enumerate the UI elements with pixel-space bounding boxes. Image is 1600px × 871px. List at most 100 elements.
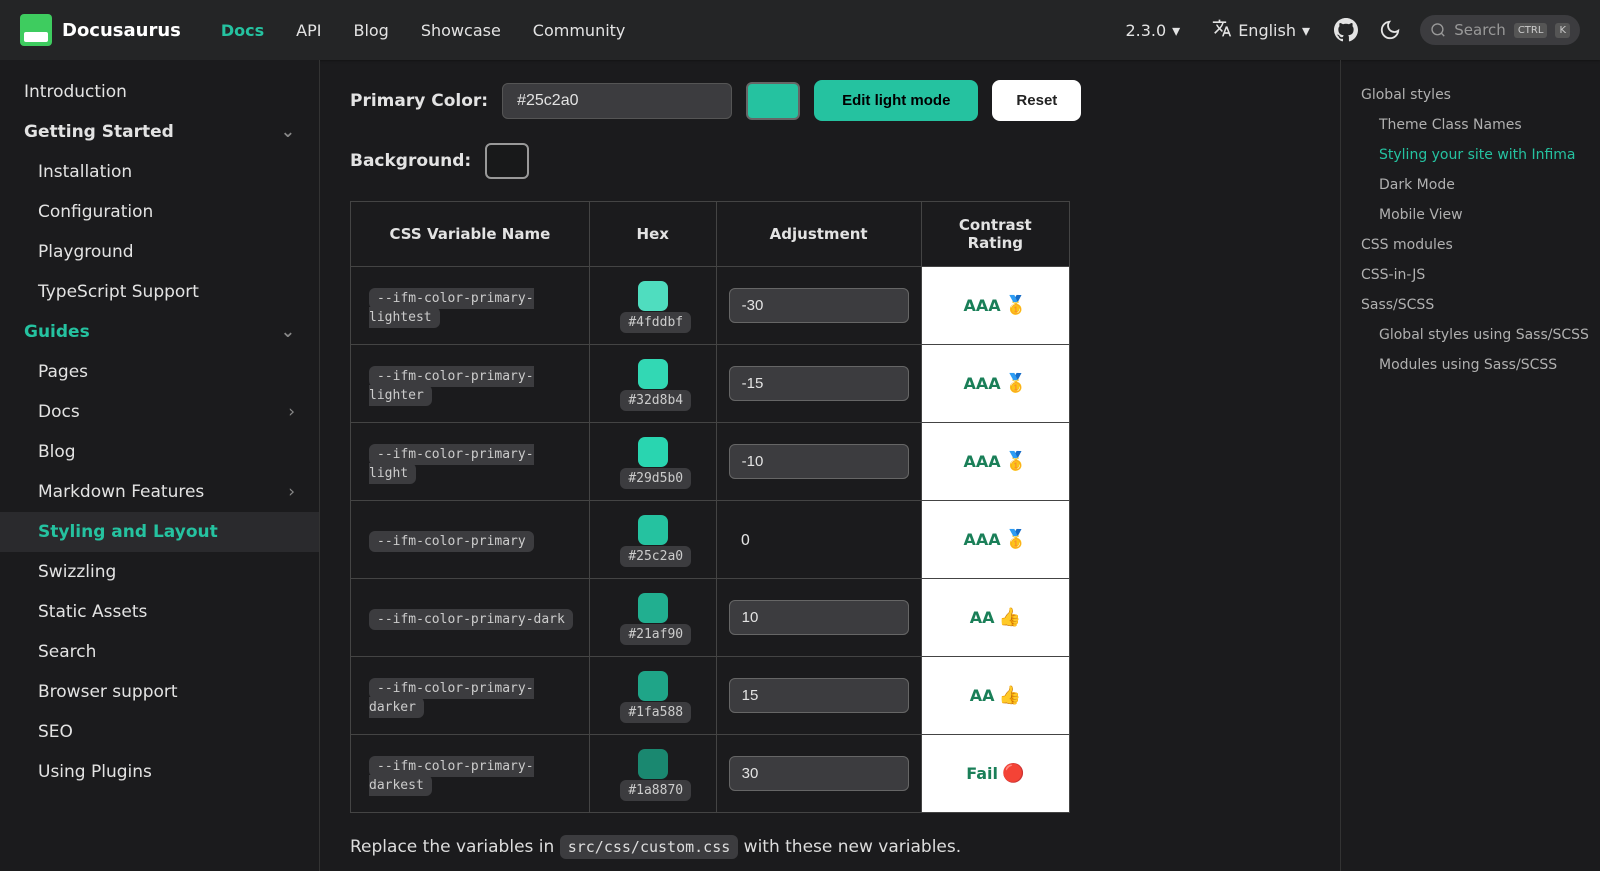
adjustment-input[interactable] [729, 756, 909, 791]
nav-link-docs[interactable]: Docs [205, 13, 280, 48]
primary-color-swatch[interactable] [746, 82, 800, 120]
search-icon [1430, 21, 1446, 39]
brand-link[interactable]: Docusaurus [20, 14, 181, 46]
search-button[interactable]: Search CTRL K [1420, 15, 1580, 45]
toc-item[interactable]: Styling your site with Infima [1361, 140, 1600, 170]
version-dropdown[interactable]: 2.3.0 ▾ [1115, 15, 1190, 46]
sidebar-item-guides[interactable]: Guides⌄ [0, 312, 319, 352]
replace-description: Replace the variables in src/css/custom.… [350, 837, 1310, 857]
contrast-rating: AA [970, 608, 995, 627]
primary-color-label: Primary Color: [350, 91, 488, 111]
nav-link-showcase[interactable]: Showcase [405, 13, 517, 48]
navbar: Docusaurus DocsAPIBlogShowcaseCommunity … [0, 0, 1600, 60]
hex-value: #21af90 [620, 624, 691, 645]
contrast-rating: Fail [966, 764, 998, 783]
table-row: --ifm-color-primary-lighter#32d8b4AAA🥇 [351, 345, 1070, 423]
chevron-right-icon: › [288, 402, 295, 422]
edit-light-mode-button[interactable]: Edit light mode [814, 80, 978, 121]
toc-item[interactable]: Global styles [1361, 80, 1600, 110]
nav-link-blog[interactable]: Blog [337, 13, 404, 48]
chevron-down-icon: ⌄ [281, 122, 295, 142]
search-placeholder: Search [1454, 21, 1506, 39]
kbd-k: K [1555, 23, 1570, 38]
logo-icon [20, 14, 52, 46]
toc-item[interactable]: Mobile View [1361, 200, 1600, 230]
sidebar-item-installation[interactable]: Installation [0, 152, 319, 192]
reset-button[interactable]: Reset [992, 80, 1081, 121]
adjustment-input[interactable] [729, 600, 909, 635]
chevron-down-icon: ▾ [1302, 21, 1310, 40]
sidebar-item-typescript-support[interactable]: TypeScript Support [0, 272, 319, 312]
sidebar-item-getting-started[interactable]: Getting Started⌄ [0, 112, 319, 152]
color-swatch [638, 359, 668, 389]
chevron-right-icon: › [288, 482, 295, 502]
toc-item[interactable]: Theme Class Names [1361, 110, 1600, 140]
contrast-rating: AAA [964, 530, 1001, 549]
rating-emoji: 🥇 [1005, 295, 1027, 316]
sidebar-item-browser-support[interactable]: Browser support [0, 672, 319, 712]
nav-link-community[interactable]: Community [517, 13, 642, 48]
table-row: --ifm-color-primary-darker#1fa588AA👍 [351, 657, 1070, 735]
adjustment-input[interactable] [729, 366, 909, 401]
sidebar-item-markdown-features[interactable]: Markdown Features› [0, 472, 319, 512]
sidebar-item-playground[interactable]: Playground [0, 232, 319, 272]
hex-value: #4fddbf [620, 312, 691, 333]
toc-item[interactable]: Dark Mode [1361, 170, 1600, 200]
css-var-name: --ifm-color-primary-light [369, 444, 534, 484]
rating-emoji: 👍 [998, 685, 1020, 706]
background-label: Background: [350, 151, 471, 171]
language-dropdown[interactable]: English ▾ [1202, 12, 1320, 48]
hex-value: #32d8b4 [620, 390, 691, 411]
sidebar-item-introduction[interactable]: Introduction [0, 72, 319, 112]
css-var-name: --ifm-color-primary [369, 531, 534, 552]
theme-toggle[interactable] [1372, 12, 1408, 48]
toc-item[interactable]: Global styles using Sass/SCSS [1361, 320, 1600, 350]
background-swatch[interactable] [485, 143, 529, 179]
version-label: 2.3.0 [1125, 21, 1166, 40]
sidebar-item-search[interactable]: Search [0, 632, 319, 672]
kbd-ctrl: CTRL [1514, 23, 1548, 38]
github-link[interactable] [1328, 12, 1364, 48]
rating-emoji: 🥇 [1005, 373, 1027, 394]
chevron-down-icon: ⌄ [281, 322, 295, 342]
toc-item[interactable]: Modules using Sass/SCSS [1361, 350, 1600, 380]
nav-link-api[interactable]: API [280, 13, 337, 48]
css-var-name: --ifm-color-primary-lightest [369, 288, 534, 328]
toc-item[interactable]: CSS modules [1361, 230, 1600, 260]
sidebar[interactable]: IntroductionGetting Started⌄Installation… [0, 60, 320, 871]
adjustment-input[interactable] [729, 288, 909, 323]
sidebar-item-configuration[interactable]: Configuration [0, 192, 319, 232]
sidebar-item-static-assets[interactable]: Static Assets [0, 592, 319, 632]
chevron-down-icon: ▾ [1172, 21, 1180, 40]
sidebar-item-using-plugins[interactable]: Using Plugins [0, 752, 319, 792]
sidebar-item-pages[interactable]: Pages [0, 352, 319, 392]
toc-item[interactable]: Sass/SCSS [1361, 290, 1600, 320]
table-header: Adjustment [716, 202, 921, 267]
hex-value: #25c2a0 [620, 546, 691, 567]
contrast-rating: AAA [964, 452, 1001, 471]
rating-emoji: 🥇 [1005, 451, 1027, 472]
sidebar-item-blog[interactable]: Blog [0, 432, 319, 472]
contrast-rating: AA [970, 686, 995, 705]
sidebar-item-swizzling[interactable]: Swizzling [0, 552, 319, 592]
table-row: --ifm-color-primary#25c2a00AAA🥇 [351, 501, 1070, 579]
rating-emoji: 🥇 [1005, 529, 1027, 550]
color-swatch [638, 671, 668, 701]
table-of-contents: Global stylesTheme Class NamesStyling yo… [1340, 60, 1600, 871]
color-swatch [638, 593, 668, 623]
table-row: --ifm-color-primary-light#29d5b0AAA🥇 [351, 423, 1070, 501]
main-content[interactable]: Primary Color: Edit light mode Reset Bac… [320, 60, 1340, 871]
adjustment-input[interactable] [729, 678, 909, 713]
toc-item[interactable]: CSS-in-JS [1361, 260, 1600, 290]
table-row: --ifm-color-primary-lightest#4fddbfAAA🥇 [351, 267, 1070, 345]
sidebar-item-styling-and-layout[interactable]: Styling and Layout [0, 512, 319, 552]
primary-color-input[interactable] [502, 83, 732, 119]
translate-icon [1212, 18, 1232, 42]
table-row: --ifm-color-primary-dark#21af90AA👍 [351, 579, 1070, 657]
sidebar-item-docs[interactable]: Docs› [0, 392, 319, 432]
color-shades-table: CSS Variable NameHexAdjustmentContrast R… [350, 201, 1070, 813]
sidebar-item-seo[interactable]: SEO [0, 712, 319, 752]
hex-value: #1a8870 [620, 780, 691, 801]
color-swatch [638, 281, 668, 311]
adjustment-input[interactable] [729, 444, 909, 479]
